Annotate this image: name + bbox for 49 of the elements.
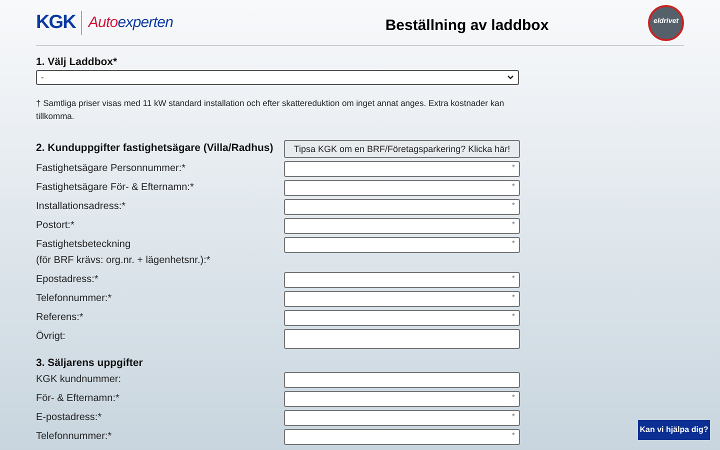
field-label: Referens:* [36,311,84,325]
input-field[interactable]: * [284,237,520,253]
input-field[interactable]: * [284,161,520,177]
input-field[interactable]: * [284,291,520,307]
input-field[interactable]: * [284,310,520,326]
field-label: Fastighetsägare För- & Efternamn:* [36,181,195,195]
help-button[interactable]: Kan vi hjälpa dig? [638,420,710,440]
required-mark: * [512,311,515,323]
price-note: † Samtliga priser visas med 11 kW standard installation och efter skattereduktion om inget annat anges. Extra kostnader kan tillkomma. [36,97,506,123]
required-mark: * [512,273,515,285]
input-field[interactable]: * [284,218,520,234]
chevron-icon [507,75,514,80]
required-mark: * [512,238,515,250]
input-field[interactable]: * [284,199,520,215]
field-label: Telefonnummer:* [36,292,113,306]
field-label: Fastighetsägare Personnummer:* [36,162,187,176]
input-field[interactable]: * [284,410,520,426]
section-heading: 2. Kunduppgifter fastighetsägare (Villa/Radhus) [36,141,274,156]
input-field[interactable]: * [284,180,520,196]
field-label: Telefonnummer:* [36,430,113,444]
required-mark: * [512,411,515,423]
field-label: (för BRF krävs: org.nr. + lägenhetsnr.):* [36,254,212,268]
field-label: Övrigt: [36,330,66,344]
tip-button[interactable]: Tipsa KGK om en BRF/Företagsparkering? Klicka här! [284,140,520,158]
text-area[interactable] [284,329,520,349]
input-field[interactable]: * [284,272,520,288]
field-label: E-postadress:* [36,411,103,425]
required-mark: * [512,181,515,193]
page-title: Beställning av laddbox [384,16,550,36]
required-mark: * [512,430,515,442]
brand-logo: KGK [36,13,76,32]
select-field[interactable]: - [36,70,519,85]
required-mark: * [512,392,515,404]
input-field[interactable] [284,372,520,388]
field-label: Installationsadress:* [36,200,126,214]
required-mark: * [512,200,515,212]
partner-logo: Autoexperten [88,15,174,30]
input-field[interactable]: * [284,391,520,407]
input-field[interactable]: * [284,429,520,445]
required-mark: * [512,162,515,174]
required-mark: * [512,292,515,304]
section-heading: 3. Säljarens uppgifter [36,356,144,370]
field-label: Postort:* [36,219,76,233]
section-heading: 1. Välj Laddbox* [36,55,118,69]
required-mark: * [512,219,515,231]
field-label: Epostadress:* [36,273,100,287]
field-label: För- & Efternamn:* [36,392,120,406]
field-label: Fastighetsbeteckning [36,238,132,252]
field-label: KGK kundnummer: [36,373,122,387]
